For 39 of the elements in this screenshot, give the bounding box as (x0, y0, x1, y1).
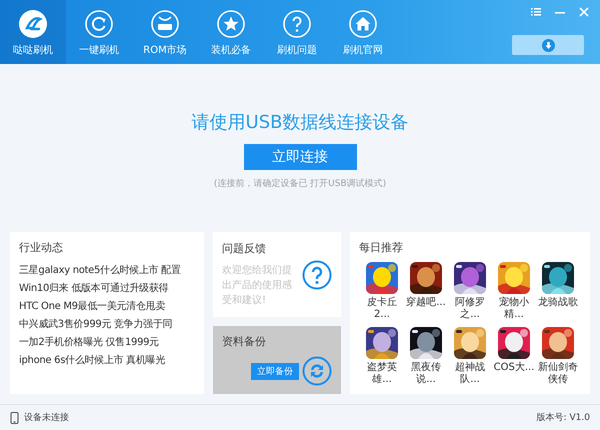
news-link[interactable]: 三星galaxy note5什么时候上市 配置 (19, 262, 195, 280)
device-status: 设备未连接 (24, 412, 69, 424)
card-title: 资料备份 (222, 334, 267, 349)
question-icon[interactable] (302, 260, 332, 290)
news-link[interactable]: 一加2手机价格曝光 仅售1999元 (19, 334, 195, 352)
news-link[interactable]: iphone 6s什么时候上市 真机曝光 (19, 352, 195, 370)
question-icon (282, 9, 312, 39)
app-label[interactable]: COS大... (494, 362, 534, 374)
app-label[interactable]: 盗梦英雄... (361, 362, 403, 386)
news-link[interactable]: 中兴威武3售价999元 竞争力强于同 (19, 316, 195, 334)
download-button[interactable] (512, 35, 584, 55)
download-icon (542, 38, 554, 52)
app-label[interactable]: 超神战队... (449, 362, 491, 386)
app-label[interactable]: 新仙剑奇侠传 (537, 362, 579, 386)
feedback-text: 欢迎您给我们提出产品的使用感受和建议! (222, 264, 293, 308)
phone-icon (10, 412, 19, 424)
version-label: 版本号: V1.0 (536, 412, 590, 424)
app-label[interactable]: 穿越吧... (406, 297, 446, 309)
app-label[interactable]: 黑夜传说... (405, 362, 447, 386)
news-link[interactable]: HTC One M9最低一美元清仓甩卖 (19, 298, 195, 316)
nav-tab[interactable]: 哒哒刷机 (0, 0, 66, 64)
home-icon (348, 9, 378, 39)
sync-icon (302, 356, 332, 386)
menu-icon[interactable] (530, 6, 542, 18)
close-icon[interactable] (578, 6, 590, 18)
connect-hint: (连接前，请确定设备已 打开USB调试模式) (214, 178, 386, 190)
app-label[interactable]: 龙骑战歌 (538, 297, 578, 309)
app-label[interactable]: 阿修罗之... (449, 297, 491, 321)
bag-icon (150, 9, 180, 39)
app-label[interactable]: 宠物小精... (493, 297, 535, 321)
news-link[interactable]: Win10归来 低版本可通过升级获得 (19, 280, 195, 298)
connect-title: 请使用USB数据线连接设备 (192, 111, 408, 134)
card-title: 问题反馈 (222, 241, 267, 256)
card-title: 每日推荐 (359, 240, 404, 255)
card-title: 行业动态 (19, 240, 64, 255)
refresh-icon (84, 9, 114, 39)
logo-icon (18, 9, 48, 39)
nav-tab[interactable]: 一键刷机 (66, 0, 132, 64)
app-label[interactable]: 皮卡丘2... (361, 297, 403, 321)
